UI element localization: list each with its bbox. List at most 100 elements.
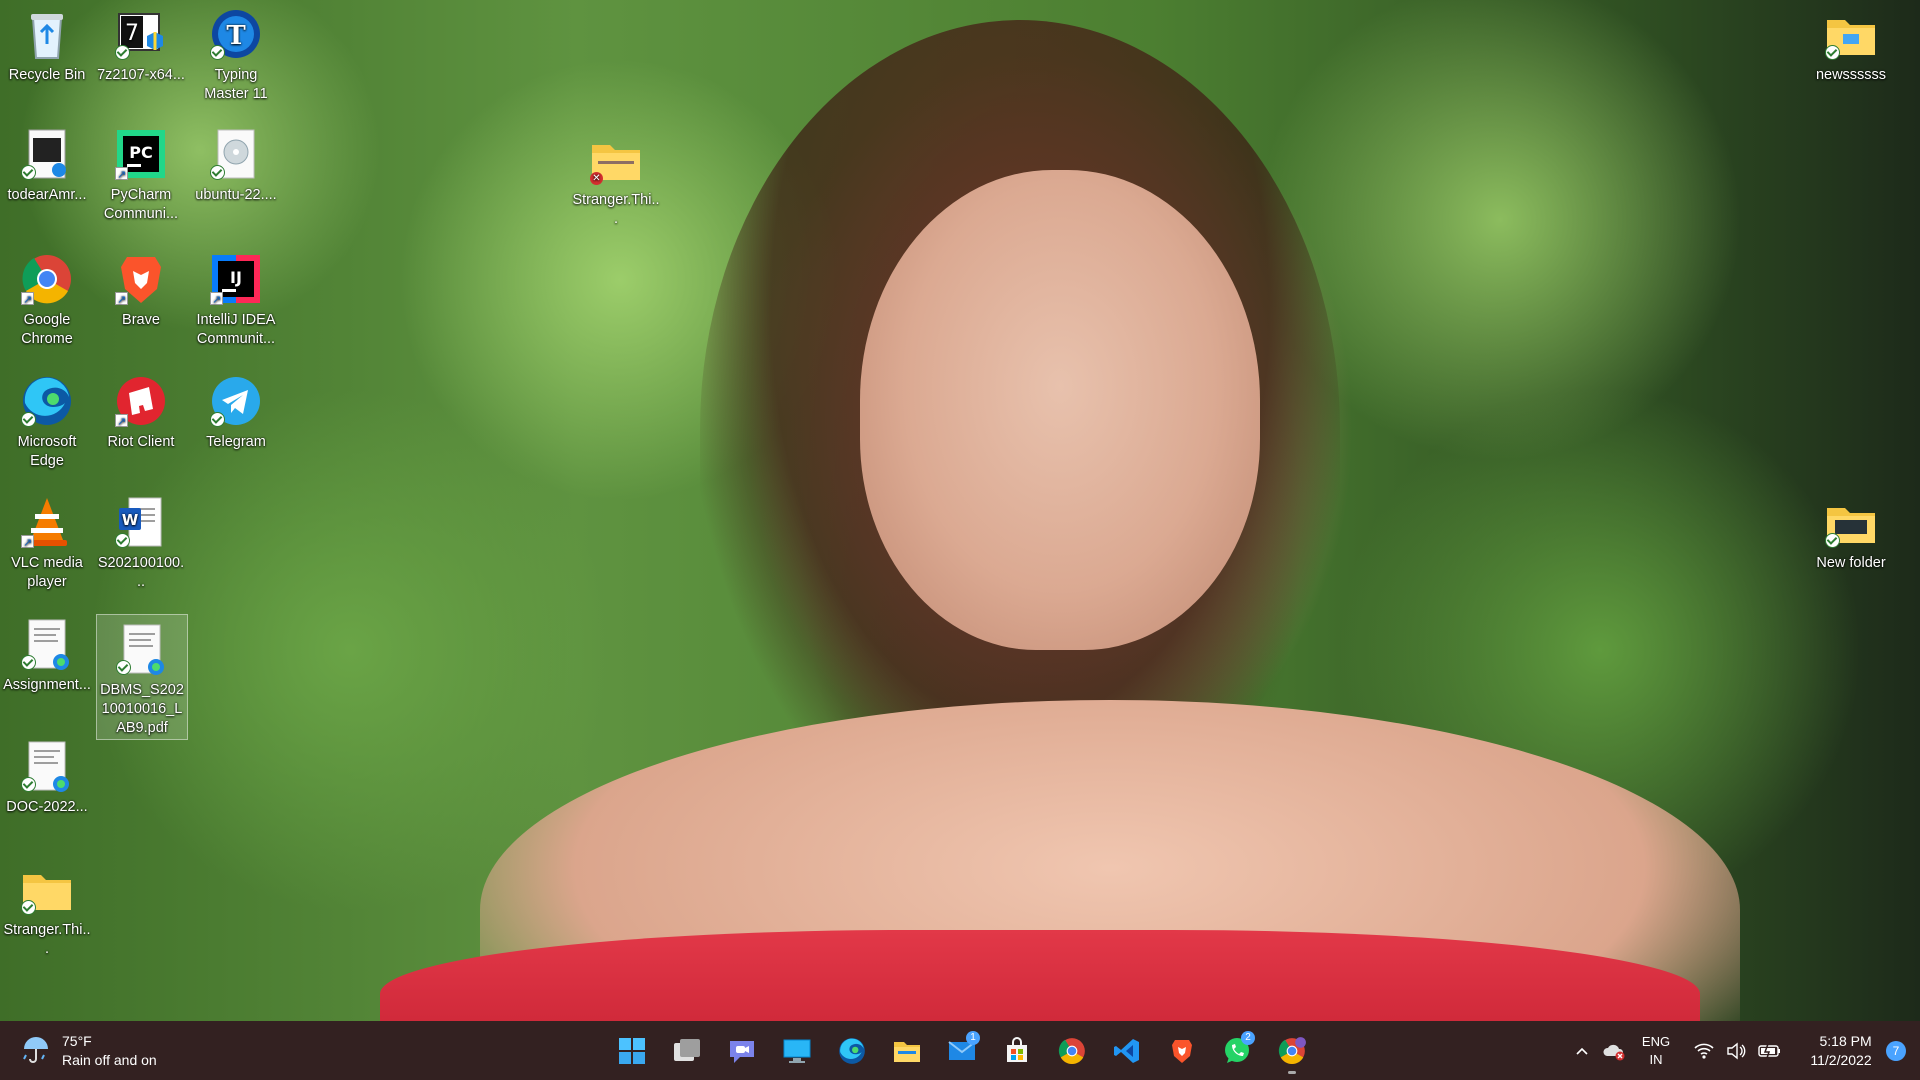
monitor-icon [783, 1039, 811, 1063]
file-explorer-icon [894, 1042, 920, 1062]
desktop-icon-doc-2022[interactable]: DOC-2022... [0, 732, 94, 817]
umbrella-rain-icon [20, 1033, 52, 1070]
desktop-icon-telegram[interactable]: Telegram [189, 367, 283, 452]
sync-status-icon [1825, 45, 1840, 60]
svg-text:IJ: IJ [230, 268, 242, 287]
language-region: IN [1649, 1051, 1663, 1067]
wifi-icon [1694, 1043, 1714, 1059]
error-status-icon: ✕ [590, 172, 603, 185]
brave-taskbar-button[interactable] [1162, 1031, 1202, 1071]
shortcut-arrow-icon [115, 412, 128, 431]
start-button[interactable] [612, 1031, 652, 1071]
sync-status-icon [21, 900, 36, 915]
language-code: ENG [1641, 1033, 1671, 1049]
task-view-button[interactable] [667, 1031, 707, 1071]
sync-status-icon [210, 165, 225, 180]
edge-icon [19, 373, 75, 429]
weather-temperature: 75°F [62, 1033, 92, 1049]
shortcut-arrow-icon [115, 165, 128, 184]
mail-unread-badge: 1 [966, 1031, 980, 1045]
vscode-button[interactable] [1107, 1031, 1147, 1071]
desktop-icon-assignment[interactable]: Assignment... [0, 610, 94, 695]
desktop-icon-newssssss[interactable]: newssssss [1804, 0, 1898, 85]
folder-icon [19, 861, 75, 917]
chevron-up-icon [1576, 1047, 1588, 1055]
sync-status-icon [21, 655, 36, 670]
chrome-profile-icon [1278, 1037, 1306, 1065]
disc-image-icon [208, 126, 264, 182]
sync-status-icon [115, 45, 130, 60]
desktop-icon-typing-master[interactable]: T Typing Master 11 [189, 0, 283, 104]
whatsapp-button[interactable]: 2 [1217, 1031, 1257, 1071]
desktop-button[interactable] [777, 1031, 817, 1071]
recycle-bin-icon [19, 6, 75, 62]
folder-icon [1823, 494, 1879, 550]
svg-text:T: T [226, 21, 246, 51]
shortcut-arrow-icon [21, 533, 34, 552]
desktop-icon-new-folder[interactable]: New folder [1804, 488, 1898, 573]
telegram-icon [208, 373, 264, 429]
battery-charging-icon [1758, 1043, 1780, 1058]
weather-widget[interactable]: 75°F Rain off and on [20, 1029, 157, 1073]
notification-center-button[interactable]: 7 [1886, 1040, 1906, 1061]
edge-taskbar-button[interactable] [832, 1031, 872, 1071]
file-explorer-button[interactable] [887, 1031, 927, 1071]
sync-status-icon [210, 412, 225, 427]
wallpaper-face [860, 170, 1260, 650]
edge-icon [839, 1038, 865, 1064]
cloud-error-icon [1603, 1044, 1625, 1060]
desktop-icon-riot-client[interactable]: Riot Client [94, 367, 188, 452]
clock-time: 5:18 PM [1819, 1032, 1872, 1049]
input-language-button[interactable]: ENG IN [1638, 1033, 1674, 1069]
desktop-icon-7zip[interactable]: 7 7z2107-x64... [94, 0, 188, 85]
chrome-icon [19, 251, 75, 309]
chrome-icon [1058, 1038, 1085, 1065]
shortcut-arrow-icon [21, 290, 34, 309]
teams-chat-icon [730, 1041, 754, 1063]
desktop-icon-stranger-folder[interactable]: Stranger.Thi... [0, 855, 94, 959]
network-button[interactable] [1694, 1042, 1714, 1060]
pycharm-icon: PC [113, 126, 169, 184]
desktop-icon-pycharm[interactable]: PC PyCharm Communi... [94, 120, 188, 224]
chrome-taskbar-button[interactable] [1052, 1031, 1092, 1071]
taskbar-apps: 1 2 [612, 1027, 1312, 1075]
onedrive-status-button[interactable] [1602, 1041, 1626, 1061]
show-hidden-icons-button[interactable] [1574, 1043, 1590, 1059]
desktop-icon-brave[interactable]: Brave [94, 245, 188, 330]
riot-client-icon [113, 373, 169, 431]
desktop-icon-todearamr[interactable]: todearAmr... [0, 120, 94, 205]
pdf-edge-icon [19, 738, 75, 794]
mail-button[interactable]: 1 [942, 1031, 982, 1071]
desktop-icon-vlc[interactable]: VLC media player [0, 488, 94, 592]
battery-button[interactable] [1758, 1043, 1782, 1059]
teams-chat-button[interactable] [722, 1031, 762, 1071]
volume-button[interactable] [1726, 1042, 1746, 1060]
brave-icon [1172, 1040, 1192, 1063]
svg-text:W: W [122, 511, 139, 529]
folder-icon [1823, 6, 1879, 62]
chrome-profile-button[interactable] [1272, 1031, 1312, 1074]
svg-text:7: 7 [125, 21, 139, 46]
desktop-icon-google-chrome[interactable]: Google Chrome [0, 245, 94, 349]
vscode-icon [1114, 1039, 1139, 1063]
desktop-icon-s202100100[interactable]: W S202100100... [94, 488, 188, 592]
desktop-icon-microsoft-edge[interactable]: Microsoft Edge [0, 367, 94, 471]
desktop[interactable]: Recycle Bin todearAmr... Google Chrome M… [0, 0, 1920, 1021]
desktop-icon-stranger-zip[interactable]: ✕ Stranger.Thi... [569, 125, 663, 229]
desktop-icon-recycle-bin[interactable]: Recycle Bin [0, 0, 94, 85]
shortcut-arrow-icon [210, 290, 223, 309]
desktop-icon-intellij[interactable]: IJ IntelliJ IDEA Communit... [189, 245, 283, 349]
task-view-icon [674, 1039, 700, 1061]
clock-date: 11/2/2022 [1810, 1051, 1872, 1068]
pdf-edge-icon [19, 616, 75, 672]
intellij-icon: IJ [208, 251, 264, 309]
microsoft-store-button[interactable] [997, 1031, 1037, 1071]
wallpaper-dress [380, 930, 1700, 1021]
clock-button[interactable]: 5:18 PM 11/2/2022 [1804, 1032, 1878, 1070]
typing-master-icon: T [208, 6, 264, 62]
pdf-edge-icon [114, 621, 170, 677]
desktop-icon-dbms-lab9-pdf[interactable]: DBMS_S20210010016_LAB9.pdf [96, 614, 188, 740]
desktop-icon-ubuntu-iso[interactable]: ubuntu-22.... [189, 120, 283, 205]
sync-status-icon [115, 533, 130, 548]
weather-condition: Rain off and on [62, 1052, 157, 1068]
